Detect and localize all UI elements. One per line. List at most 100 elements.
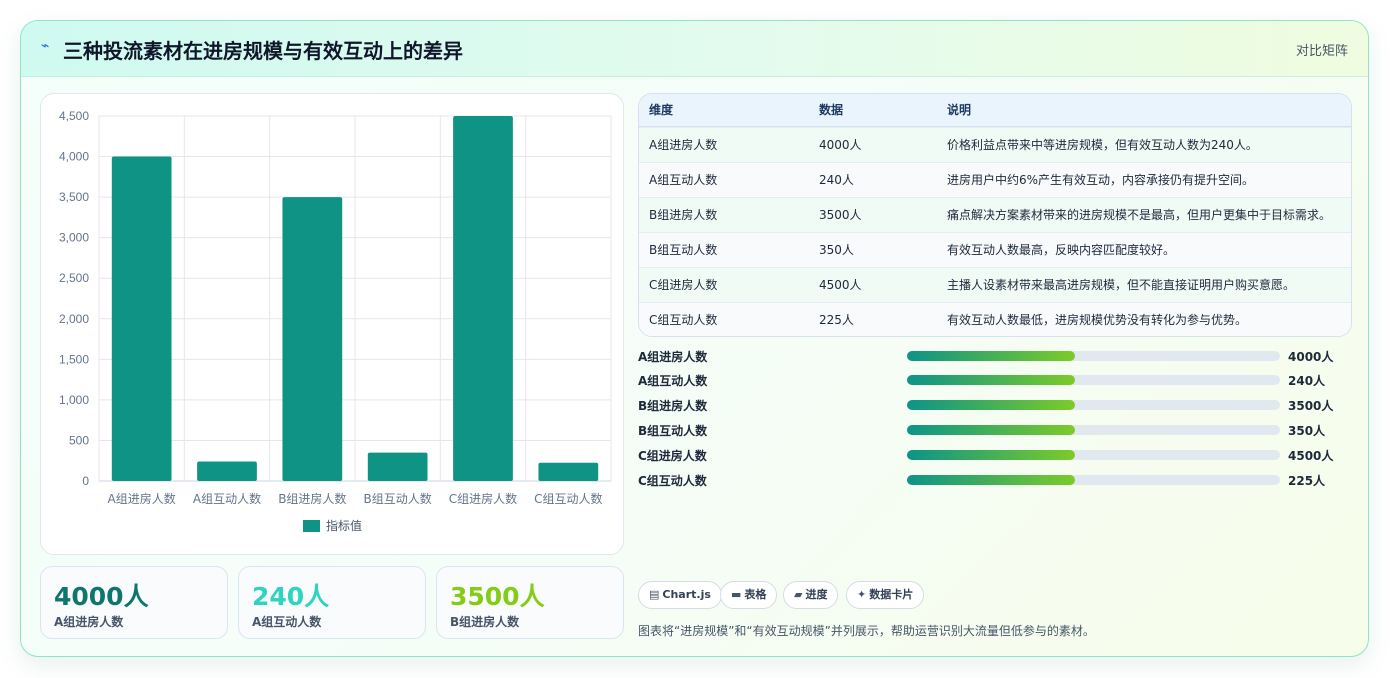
bar — [111, 156, 172, 482]
x-tick-label: B组互动人数 — [364, 491, 432, 506]
stat-value: 4000人 — [54, 582, 149, 611]
table-cell-data: 240人 — [819, 173, 854, 187]
stat-label: A组进房人数 — [54, 615, 124, 629]
y-tick-label: 1,500 — [59, 352, 89, 366]
table-cell-description: 主播人设素材带来最高进房规模，但不能直接证明用户购买意愿。 — [947, 278, 1296, 292]
progress-fill — [907, 425, 1075, 435]
chip-label: 进度 — [805, 588, 828, 601]
table-cell-description: 进房用户中约6%产生有效互动，内容承接仍有提升空间。 — [947, 173, 1255, 187]
table-cell-dimension: C组互动人数 — [649, 313, 718, 327]
table-cell-dimension: B组进房人数 — [649, 208, 718, 222]
chip-table[interactable]: ▬ 表格 — [720, 581, 778, 609]
progress-fill — [907, 400, 1075, 410]
chip-label: Chart.js — [662, 588, 711, 601]
progress-fill — [907, 351, 1075, 361]
progress-track — [907, 375, 1280, 385]
data-table: 维度 数据 说明 A组进房人数 4000人 价格利益点带来中等进房规模，但有效互… — [638, 93, 1352, 337]
progress-label: C组进房人数 — [638, 449, 707, 463]
chart-icon: ▤ — [649, 588, 660, 601]
progress-row: C组进房人数 4500人 — [638, 445, 1352, 465]
stat-label: A组互动人数 — [252, 615, 322, 629]
table-header-data: 数据 — [819, 103, 844, 117]
footnote: 图表将“进房规模”和“有效互动规模”并列展示，帮助运营识别大流量但低参与的素材。 — [638, 624, 1095, 638]
table-cell-data: 350人 — [819, 243, 854, 257]
progress-value: 4000人 — [1288, 350, 1334, 364]
table-cell-data: 4500人 — [819, 278, 862, 292]
table-row: B组互动人数 350人 有效互动人数最高，反映内容匹配度较好。 — [639, 232, 1351, 267]
x-tick-label: C组互动人数 — [534, 491, 602, 506]
stat-card: 4000人 A组进房人数 — [40, 566, 228, 639]
x-tick-label: B组进房人数 — [278, 491, 346, 506]
bar — [538, 462, 599, 481]
table-row: B组进房人数 3500人 痛点解决方案素材带来的进房规模不是最高，但用户更集中于… — [639, 197, 1351, 232]
x-tick-label: A组进房人数 — [108, 491, 176, 506]
table-cell-description: 有效互动人数最高，反映内容匹配度较好。 — [947, 243, 1176, 257]
table-header-dimension: 维度 — [649, 103, 674, 117]
table-cell-data: 3500人 — [819, 208, 862, 222]
stat-card: 240人 A组互动人数 — [238, 566, 426, 639]
stat-card: 3500人 B组进房人数 — [436, 566, 624, 639]
progress-icon: ▰ — [794, 588, 803, 601]
progress-track — [907, 425, 1280, 435]
progress-value: 240人 — [1288, 374, 1326, 388]
legend-swatch — [303, 520, 320, 532]
bar — [282, 197, 343, 481]
table-cell-dimension: A组互动人数 — [649, 173, 718, 187]
progress-row: A组进房人数 4000人 — [638, 346, 1352, 366]
y-tick-label: 4,500 — [59, 109, 89, 123]
y-tick-label: 0 — [82, 474, 89, 488]
y-tick-label: 3,000 — [59, 231, 89, 245]
y-tick-label: 500 — [69, 433, 89, 447]
table-row: C组进房人数 4500人 主播人设素材带来最高进房规模，但不能直接证明用户购买意… — [639, 267, 1351, 302]
panel-header: ⌁ 三种投流素材在进房规模与有效互动上的差异 对比矩阵 — [21, 21, 1368, 77]
dashboard-panel: ⌁ 三种投流素材在进房规模与有效互动上的差异 对比矩阵 0 500 1,000 1,5… — [20, 20, 1369, 657]
chip-label: 表格 — [744, 588, 767, 601]
progress-track — [907, 450, 1280, 460]
y-tick-label: 2,500 — [59, 271, 89, 285]
progress-track — [907, 351, 1280, 361]
progress-track — [907, 400, 1280, 410]
progress-value: 3500人 — [1288, 399, 1334, 413]
table-row: C组互动人数 225人 有效互动人数最低，进房规模优势没有转化为参与优势。 — [639, 302, 1351, 336]
header-tag: 对比矩阵 — [1295, 44, 1348, 59]
progress-label: A组互动人数 — [638, 374, 708, 388]
progress-value: 4500人 — [1288, 449, 1334, 463]
stat-value: 3500人 — [450, 582, 545, 611]
table-cell-data: 225人 — [819, 313, 854, 327]
table-cell-description: 有效互动人数最低，进房规模优势没有转化为参与优势。 — [947, 313, 1248, 327]
progress-fill — [907, 375, 1075, 385]
table-row: A组互动人数 240人 进房用户中约6%产生有效互动，内容承接仍有提升空间。 — [639, 162, 1351, 197]
progress-value: 225人 — [1288, 474, 1326, 488]
y-tick-label: 4,000 — [59, 150, 89, 164]
stat-label: B组进房人数 — [450, 615, 520, 629]
y-tick-label: 2,000 — [59, 312, 89, 326]
bar — [197, 461, 257, 481]
progress-row: C组互动人数 225人 — [638, 470, 1352, 490]
table-cell-dimension: B组互动人数 — [649, 243, 718, 257]
progress-label: B组互动人数 — [638, 424, 708, 438]
chip-data-card[interactable]: ✦ 数据卡片 — [846, 581, 925, 609]
table-header-row: 维度 数据 说明 — [639, 94, 1351, 127]
table-cell-dimension: A组进房人数 — [649, 138, 718, 152]
y-tick-label: 3,500 — [59, 190, 89, 204]
y-tick-label: 1,000 — [59, 393, 89, 407]
chip-chartjs[interactable]: ▤ Chart.js — [638, 581, 722, 609]
progress-value: 350人 — [1288, 424, 1326, 438]
bar-chart-card: 0 500 1,000 1,500 2,000 2,500 3,000 3,500 4,000 4… — [40, 93, 624, 555]
sparkle-icon: ✦ — [857, 588, 867, 601]
x-tick-label: A组互动人数 — [193, 491, 261, 506]
bar-chart: 0 500 1,000 1,500 2,000 2,500 3,000 3,500 4,000 4… — [59, 109, 612, 533]
stat-value: 240人 — [252, 582, 330, 611]
chip-progress[interactable]: ▰ 进度 — [783, 581, 839, 609]
progress-label: A组进房人数 — [638, 350, 708, 364]
chip-label: 数据卡片 — [869, 588, 914, 601]
progress-row: A组互动人数 240人 — [638, 370, 1352, 390]
table-cell-dimension: C组进房人数 — [649, 278, 718, 292]
table-cell-description: 价格利益点带来中等进房规模，但有效互动人数为240人。 — [947, 138, 1258, 152]
progress-track — [907, 475, 1280, 485]
table-cell-description: 痛点解决方案素材带来的进房规模不是最高，但用户更集中于目标需求。 — [947, 208, 1332, 222]
table-cell-data: 4000人 — [819, 138, 862, 152]
table-header-description: 说明 — [947, 103, 972, 117]
table-row: A组进房人数 4000人 价格利益点带来中等进房规模，但有效互动人数为240人。 — [639, 127, 1351, 162]
progress-fill — [907, 450, 1075, 460]
